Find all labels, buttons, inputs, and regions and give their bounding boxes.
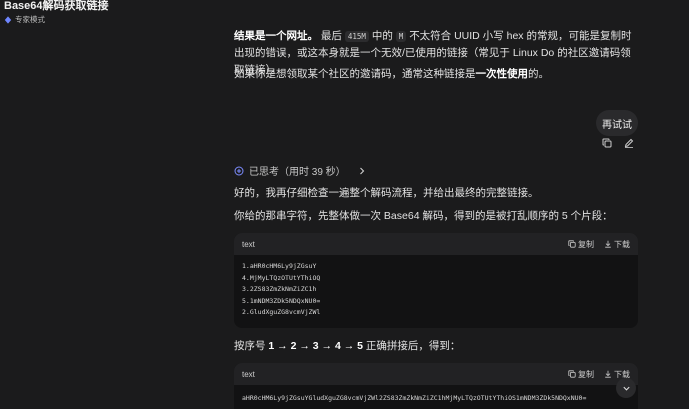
assistant-paragraph-4: 你给的那串字符，先整体做一次 Base64 解码，得到的是被打乱顺序的 5 个片… [234,210,613,222]
para5-text-a: 按序号 [234,340,266,352]
code-line: 1.aHR0cHM6Ly9jZGsuY [242,262,317,270]
para1-text-b: 中的 [371,30,393,42]
code-block-body: 1.aHR0cHM6Ly9jZGsuY 4.MjMyLTQzOTUtYThiOQ… [234,255,638,325]
assistant-paragraph-2: 如果你是想领取某个社区的邀请码，通常这种链接是一次性使用的。 [234,66,638,83]
inline-code-415m: 415M [344,31,369,42]
mode-indicator: 专家模式 [4,14,109,25]
download-code-button[interactable]: 下载 [604,239,630,250]
para1-text-a: 最后 [320,30,342,42]
message-actions [602,138,634,148]
copy-icon [568,240,576,248]
chevron-right-icon [359,167,364,174]
code-line: aHR0cHM6Ly9jZGsuYGludXguZG8vcmVjZWl2ZS83… [242,394,587,402]
code-line: 5.1mNDM3ZDk5NDQxNU0= [242,296,321,305]
chat-title: Base64解码获取链接 [4,0,109,12]
code-block-header: text 复制 下载 [234,233,638,255]
code-block-actions: 复制 下载 [568,239,630,250]
code-block-body: aHR0cHM6Ly9jZGsuYGludXguZG8vcmVjZWl2ZS83… [234,385,638,409]
expert-mode-icon [4,15,12,24]
code-line: 4.MjMyLTQzOTUtYThiOQ [242,273,321,282]
code-line: 3.2ZS83ZmZkNmZiZC1h [242,285,317,293]
copy-icon [568,370,576,378]
code-block-joined: text 复制 下载 aHR0cHM6Ly9jZGsuYGludXguZG8vc… [234,363,638,409]
chevron-down-icon [622,386,630,391]
copy-icon[interactable] [602,138,612,148]
para2-text-a: 如果你是想领取某个社区的邀请码，通常这种链接是 [234,68,476,80]
para5-bold: 1 → 2 → 3 → 4 → 5 [268,340,363,352]
retry-message-bubble[interactable]: 再试试 [596,110,638,136]
assistant-paragraph-3: 好的，我再仔细检查一遍整个解码流程，并给出最终的完整链接。 [234,187,539,199]
code-block-fragments: text 复制 下载 1.aHR0cHM6Ly9jZGsuY 4.MjMyLTQ… [234,233,638,328]
para5-text-b: 正确拼接后，得到： [365,340,461,352]
para2-text-b: 的。 [528,68,549,80]
thinking-icon [234,166,244,175]
download-icon [605,370,611,378]
thinking-label: 已思考（用时 39 秒） [249,167,346,178]
window-header: Base64解码获取链接 专家模式 [4,0,109,25]
code-language-label: text [242,239,255,249]
copy-code-label: 复制 [578,369,594,379]
inline-code-m: M [395,31,407,42]
para2-bold: 一次性使用 [475,68,529,80]
code-line: 2.GludXguZG8vcmVjZWl [242,308,321,316]
code-language-label: text [242,369,255,379]
download-code-label: 下载 [614,239,630,249]
copy-code-button[interactable]: 复制 [568,239,594,250]
mode-label: 专家模式 [15,15,45,24]
para1-bold: 结果是一个网址。 [234,30,318,42]
scroll-to-bottom-button[interactable] [616,378,636,398]
copy-code-label: 复制 [578,239,594,249]
assistant-paragraph-5: 按序号 1 → 2 → 3 → 4 → 5 正确拼接后，得到： [234,338,638,355]
download-icon [605,240,611,248]
thinking-toggle[interactable]: 已思考（用时 39 秒） [234,163,367,178]
edit-icon[interactable] [624,138,634,148]
copy-code-button[interactable]: 复制 [568,369,594,380]
code-block-actions: 复制 下载 [568,369,630,380]
code-block-header: text 复制 下载 [234,363,638,385]
